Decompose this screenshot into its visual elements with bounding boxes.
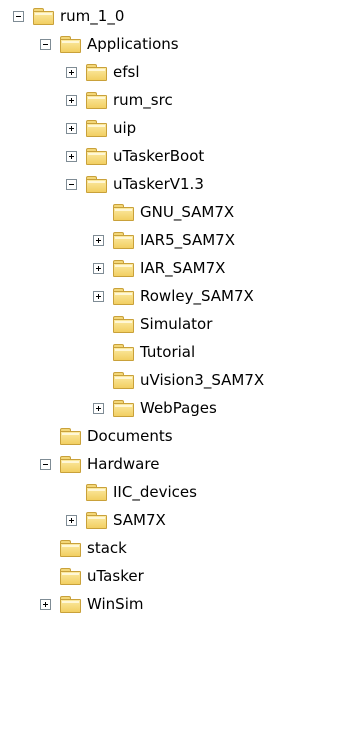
tree-node-iic-devices[interactable]: IIC_devices xyxy=(85,479,197,505)
folder-icon xyxy=(112,287,134,305)
folder-icon xyxy=(59,35,81,53)
folder-icon xyxy=(112,315,134,333)
tree-node-label: Applications xyxy=(87,35,179,53)
tree-node-rum-src[interactable]: rum_src xyxy=(66,87,173,113)
tree-node-gnu-sam7x[interactable]: GNU_SAM7X xyxy=(112,199,234,225)
folder-icon xyxy=(112,343,134,361)
tree-node-label: uTaskerBoot xyxy=(113,147,205,165)
tree-node-label: uVision3_SAM7X xyxy=(140,371,265,389)
tree-node-webpages[interactable]: WebPages xyxy=(93,395,217,421)
folder-icon xyxy=(85,483,107,501)
folder-icon xyxy=(85,147,107,165)
tree-node-label: uTaskerV1.3 xyxy=(113,175,204,193)
tree-node-utasker[interactable]: uTasker xyxy=(59,563,144,589)
tree-node-label: Tutorial xyxy=(140,343,196,361)
collapse-minus-icon[interactable] xyxy=(66,178,77,190)
collapse-minus-icon[interactable] xyxy=(13,10,24,22)
tree-node-hardware[interactable]: Hardware xyxy=(40,451,159,477)
folder-icon xyxy=(59,595,81,613)
tree-node-utaskerv1-3[interactable]: uTaskerV1.3 xyxy=(66,171,204,197)
tree-node-label: WinSim xyxy=(87,595,144,613)
folder-icon xyxy=(59,567,81,585)
tree-node-rum-1-0[interactable]: rum_1_0 xyxy=(13,3,124,29)
tree-node-label: efsl xyxy=(113,63,140,81)
expand-plus-icon[interactable] xyxy=(66,122,77,134)
tree-node-uip[interactable]: uip xyxy=(66,115,136,141)
tree-node-label: rum_1_0 xyxy=(60,7,125,25)
expand-plus-icon[interactable] xyxy=(93,290,104,302)
tree-node-label: SAM7X xyxy=(113,511,166,529)
tree-node-applications[interactable]: Applications xyxy=(40,31,179,57)
expand-plus-icon[interactable] xyxy=(40,598,51,610)
expand-plus-icon[interactable] xyxy=(66,94,77,106)
tree-node-winsim[interactable]: WinSim xyxy=(40,591,143,617)
folder-icon xyxy=(85,175,107,193)
tree-node-stack[interactable]: stack xyxy=(59,535,127,561)
tree-node-label: rum_src xyxy=(113,91,173,109)
expand-plus-icon[interactable] xyxy=(93,402,104,414)
collapse-minus-icon[interactable] xyxy=(40,458,51,470)
expand-plus-icon[interactable] xyxy=(66,150,77,162)
folder-icon xyxy=(59,427,81,445)
tree-node-utaskerboot[interactable]: uTaskerBoot xyxy=(66,143,204,169)
tree-node-label: WebPages xyxy=(140,399,217,417)
tree-node-label: GNU_SAM7X xyxy=(140,203,235,221)
folder-icon xyxy=(85,91,107,109)
tree-node-label: IIC_devices xyxy=(113,483,197,501)
tree-node-uvision3-sam7x[interactable]: uVision3_SAM7X xyxy=(112,367,264,393)
collapse-minus-icon[interactable] xyxy=(40,38,51,50)
tree-node-label: stack xyxy=(87,539,127,557)
folder-icon xyxy=(112,203,134,221)
folder-icon xyxy=(85,63,107,81)
tree-node-label: Hardware xyxy=(87,455,160,473)
tree-node-sam7x[interactable]: SAM7X xyxy=(66,507,166,533)
folder-icon xyxy=(59,455,81,473)
tree-node-simulator[interactable]: Simulator xyxy=(112,311,212,337)
folder-icon xyxy=(85,511,107,529)
tree-node-label: IAR_SAM7X xyxy=(140,259,226,277)
expand-plus-icon[interactable] xyxy=(66,66,77,78)
tree-node-iar5-sam7x[interactable]: IAR5_SAM7X xyxy=(93,227,235,253)
expand-plus-icon[interactable] xyxy=(66,514,77,526)
expand-plus-icon[interactable] xyxy=(93,234,104,246)
tree-node-documents[interactable]: Documents xyxy=(59,423,173,449)
tree-node-label: Rowley_SAM7X xyxy=(140,287,254,305)
tree-node-label: Simulator xyxy=(140,315,213,333)
folder-tree: rum_1_0 Applications efsl rum_src uip uT… xyxy=(0,0,358,747)
folder-icon xyxy=(112,399,134,417)
tree-node-tutorial[interactable]: Tutorial xyxy=(112,339,195,365)
tree-node-label: Documents xyxy=(87,427,173,445)
folder-icon xyxy=(112,231,134,249)
expand-plus-icon[interactable] xyxy=(93,262,104,274)
folder-icon xyxy=(112,259,134,277)
tree-node-label: IAR5_SAM7X xyxy=(140,231,235,249)
tree-node-rowley-sam7x[interactable]: Rowley_SAM7X xyxy=(93,283,254,309)
folder-icon xyxy=(32,7,54,25)
tree-node-label: uip xyxy=(113,119,137,137)
folder-icon xyxy=(112,371,134,389)
tree-node-iar-sam7x[interactable]: IAR_SAM7X xyxy=(93,255,225,281)
tree-node-efsl[interactable]: efsl xyxy=(66,59,140,85)
folder-icon xyxy=(85,119,107,137)
folder-icon xyxy=(59,539,81,557)
tree-node-label: uTasker xyxy=(87,567,144,585)
